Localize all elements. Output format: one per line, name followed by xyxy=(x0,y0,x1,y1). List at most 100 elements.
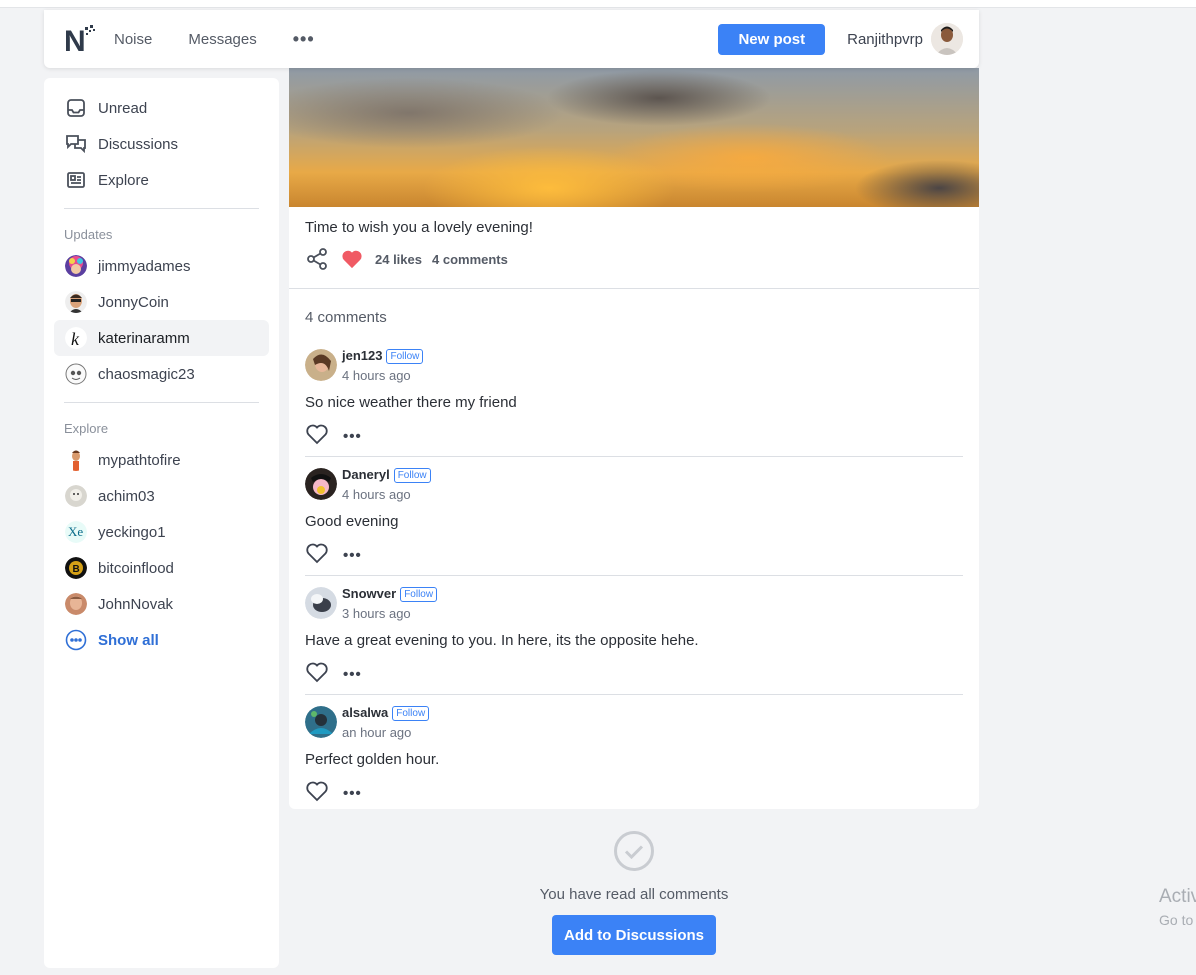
sidebar-item-label: Explore xyxy=(98,171,149,189)
follow-button[interactable]: Follow xyxy=(400,587,438,602)
comment-time: 3 hours ago xyxy=(342,606,411,621)
comment-text: Good evening xyxy=(305,513,399,530)
comment-time: 4 hours ago xyxy=(342,368,411,383)
comment-avatar[interactable] xyxy=(305,468,337,500)
post-image xyxy=(289,68,979,207)
heart-outline-icon[interactable] xyxy=(305,423,329,450)
noise-logo[interactable]: N xyxy=(64,22,98,56)
read-all-message: You have read all comments xyxy=(539,886,729,903)
add-to-discussions-button[interactable]: Add to Discussions xyxy=(552,915,716,955)
sidebar-user-chaosmagic23[interactable]: chaosmagic23 xyxy=(54,356,269,392)
watermark-subtitle: Go to Settings to activate Windows. xyxy=(1159,912,1196,928)
comment-text: Have a great evening to you. In here, it… xyxy=(305,632,699,649)
explore-heading: Explore xyxy=(64,421,109,436)
comments-heading: 4 comments xyxy=(305,309,387,326)
comment-author[interactable]: jen123 xyxy=(342,348,382,363)
comment-more-icon[interactable]: ••• xyxy=(343,428,362,445)
sidebar-user-label: yeckingo1 xyxy=(98,523,166,541)
comments-footer: You have read all comments Add to Discus… xyxy=(289,830,979,955)
activate-windows-watermark: Activate Windows Go to Settings to activ… xyxy=(1159,886,1196,928)
sidebar-user-yeckingo1[interactable]: Xe yeckingo1 xyxy=(54,514,269,550)
comment-more-icon[interactable]: ••• xyxy=(343,666,362,683)
comment-author[interactable]: Snowver xyxy=(342,586,396,601)
comment-avatar[interactable] xyxy=(305,587,337,619)
likes-count[interactable]: 24 likes xyxy=(375,252,422,267)
sidebar-user-johnnovak[interactable]: JohnNovak xyxy=(54,586,269,622)
comment-more-icon[interactable]: ••• xyxy=(343,785,362,802)
post-actions: 24 likes 4 comments xyxy=(289,236,979,272)
show-all-label: Show all xyxy=(98,631,159,649)
comment-avatar[interactable] xyxy=(305,349,337,381)
inbox-icon xyxy=(64,96,88,120)
avatar xyxy=(64,484,88,508)
sidebar-user-label: bitcoinflood xyxy=(98,559,174,577)
top-navigation-bar: N Noise Messages ••• New post Ranjithpvr… xyxy=(44,10,979,68)
svg-text:B: B xyxy=(73,564,80,575)
avatar xyxy=(64,592,88,616)
newspaper-icon xyxy=(64,168,88,192)
sidebar-user-label: achim03 xyxy=(98,487,155,505)
heart-outline-icon[interactable] xyxy=(305,780,329,807)
divider xyxy=(64,402,259,403)
avatar: k xyxy=(64,326,88,350)
follow-button[interactable]: Follow xyxy=(386,349,424,364)
comment-item: Snowver Follow 3 hours ago Have a great e… xyxy=(305,576,963,695)
nav-noise[interactable]: Noise xyxy=(114,31,152,48)
check-circle-icon xyxy=(613,830,655,872)
sidebar-user-jimmyadames[interactable]: jimmyadames xyxy=(54,248,269,284)
heart-outline-icon[interactable] xyxy=(305,542,329,569)
sidebar-user-label: mypathtofire xyxy=(98,451,181,469)
watermark-title: Activate Windows xyxy=(1159,886,1196,907)
sidebar-user-label: katerinaramm xyxy=(98,329,190,347)
sidebar-item-unread[interactable]: Unread xyxy=(54,90,269,126)
avatar xyxy=(64,448,88,472)
heart-filled-icon[interactable] xyxy=(341,249,363,269)
sidebar-user-label: JohnNovak xyxy=(98,595,174,613)
sidebar-item-label: Discussions xyxy=(98,135,179,153)
sidebar-user-achim03[interactable]: achim03 xyxy=(54,478,269,514)
comment-text: So nice weather there my friend xyxy=(305,394,517,411)
user-name[interactable]: Ranjithpvrp xyxy=(847,31,923,48)
follow-button[interactable]: Follow xyxy=(392,706,430,721)
comment-time: 4 hours ago xyxy=(342,487,411,502)
post-caption: Time to wish you a lovely evening! xyxy=(305,219,533,236)
sidebar-item-discussions[interactable]: Discussions xyxy=(54,126,269,162)
avatar xyxy=(64,362,88,386)
follow-button[interactable]: Follow xyxy=(393,468,431,483)
heart-outline-icon[interactable] xyxy=(305,661,329,688)
user-avatar[interactable] xyxy=(931,23,963,55)
post-card: Time to wish you a lovely evening! 24 li… xyxy=(289,68,979,809)
comment-time: an hour ago xyxy=(342,725,412,740)
comment-author[interactable]: alsalwa xyxy=(342,705,388,720)
avatar: B xyxy=(64,556,88,580)
svg-text:N: N xyxy=(64,25,86,54)
sidebar-user-bitcoinflood[interactable]: B bitcoinflood xyxy=(54,550,269,586)
new-post-button[interactable]: New post xyxy=(718,23,826,55)
updates-heading: Updates xyxy=(64,227,113,242)
comment-author[interactable]: Daneryl xyxy=(342,467,390,482)
avatar xyxy=(64,254,88,278)
sidebar-user-mypathtofire[interactable]: mypathtofire xyxy=(54,442,269,478)
sidebar-user-label: JonnyCoin xyxy=(98,293,169,311)
avatar xyxy=(64,290,88,314)
share-icon[interactable] xyxy=(305,247,329,271)
comments-count[interactable]: 4 comments xyxy=(432,252,508,267)
avatar: Xe xyxy=(64,520,88,544)
comment-more-icon[interactable]: ••• xyxy=(343,547,362,564)
sidebar-item-explore[interactable]: Explore xyxy=(54,162,269,198)
divider xyxy=(64,208,259,209)
sidebar-user-label: chaosmagic23 xyxy=(98,365,195,383)
logo-icon: N xyxy=(64,25,95,54)
nav-messages[interactable]: Messages xyxy=(188,31,256,48)
more-circle-icon xyxy=(64,628,88,652)
more-menu-icon[interactable]: ••• xyxy=(293,29,315,50)
sidebar-item-label: Unread xyxy=(98,99,148,117)
sidebar-user-label: jimmyadames xyxy=(98,257,191,275)
comment-item: alsalwa Follow an hour ago Perfect golden… xyxy=(305,695,963,814)
svg-text:k: k xyxy=(71,329,80,349)
svg-text:Xe: Xe xyxy=(68,524,83,539)
show-all-link[interactable]: Show all xyxy=(54,622,269,658)
sidebar-user-katerinaramm[interactable]: k katerinaramm xyxy=(54,320,269,356)
sidebar-user-jonnycoin[interactable]: JonnyCoin xyxy=(54,284,269,320)
comment-avatar[interactable] xyxy=(305,706,337,738)
